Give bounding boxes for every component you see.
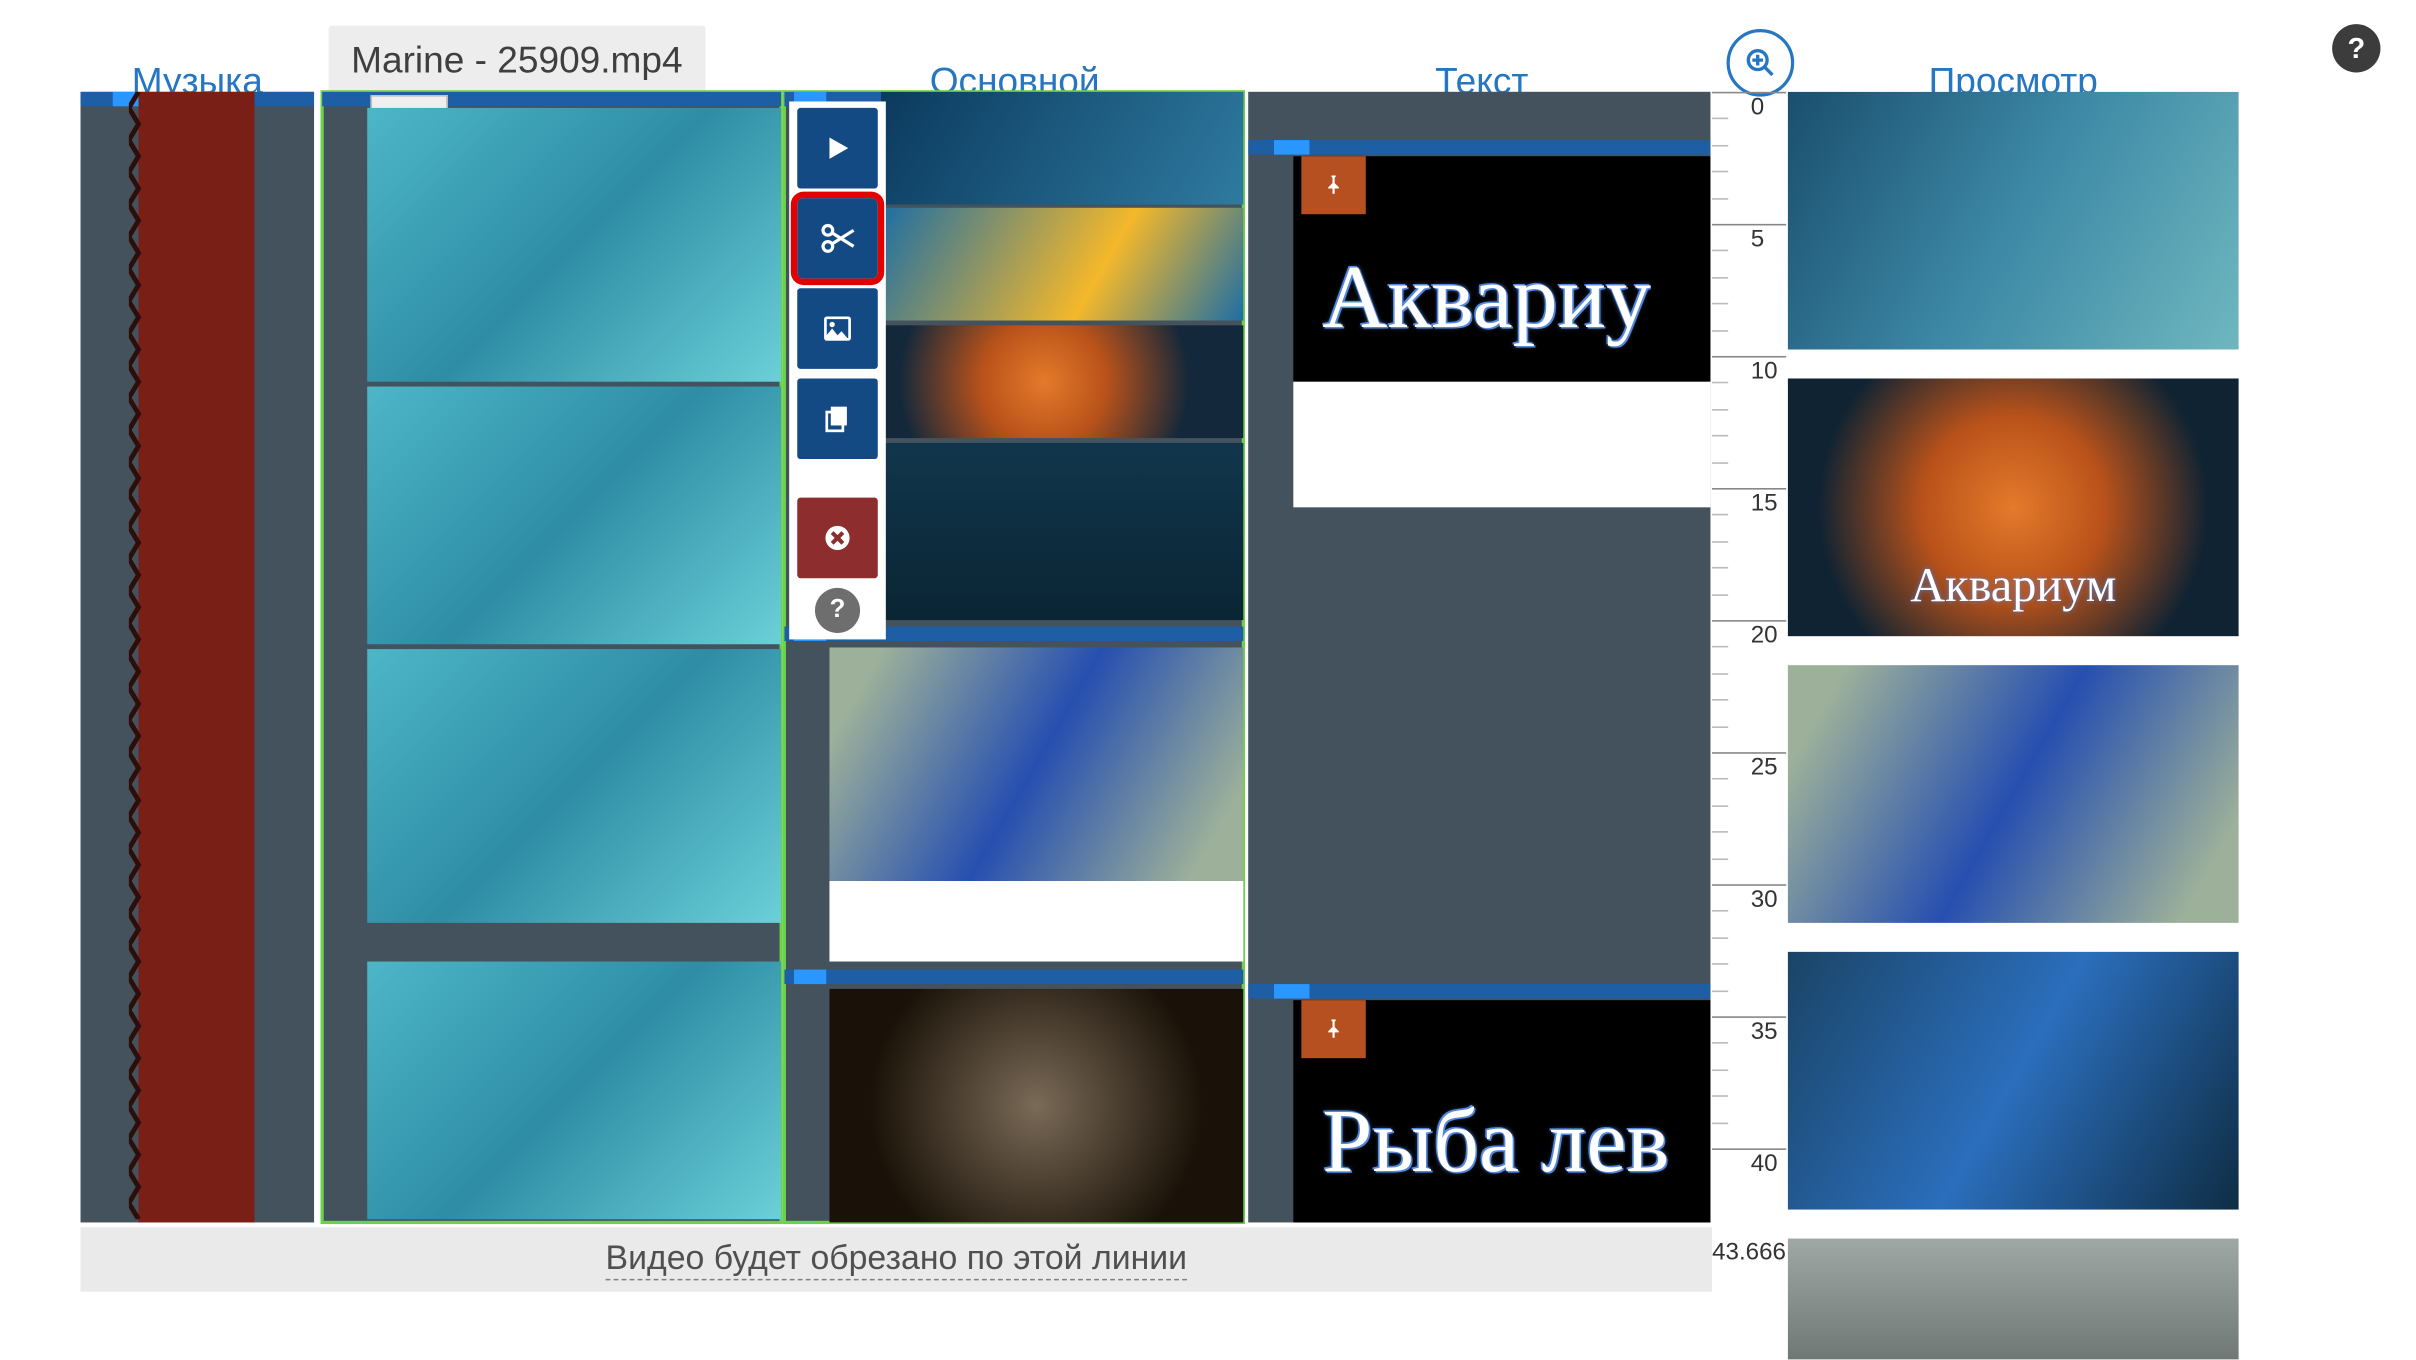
thumb[interactable] — [881, 92, 1243, 205]
text-track[interactable]: Аквариу Рыба лев — [1248, 92, 1710, 1223]
thumb[interactable] — [829, 647, 1243, 881]
clip-gap — [829, 881, 1243, 962]
clip-segment[interactable] — [367, 108, 781, 382]
footer-message: Видео будет обрезано по этой линии — [81, 1227, 1713, 1291]
preview-thumb[interactable]: Аквариум — [1788, 378, 2239, 636]
preview-thumb[interactable] — [1788, 92, 2239, 350]
help-icon[interactable]: ? — [2332, 24, 2380, 72]
filename-badge: Marine - 25909.mp4 — [329, 26, 706, 95]
preview-column: Аквариум — [1788, 92, 2239, 1360]
ruler-tick: 10 — [1712, 356, 1786, 385]
ruler-tick: 35 — [1712, 1016, 1786, 1045]
clip-segment[interactable] — [367, 649, 781, 923]
thumb[interactable] — [881, 208, 1243, 321]
thumb[interactable] — [829, 989, 1243, 1223]
ruler-tick: 5 — [1712, 224, 1786, 253]
time-ruler: 0 5 10 15 20 25 30 35 40 43.666 — [1712, 92, 1786, 1269]
ruler-tick: 25 — [1712, 752, 1786, 781]
image-button[interactable] — [797, 288, 878, 369]
tool-panel: ? — [789, 101, 886, 639]
preview-thumb[interactable] — [1788, 1239, 2239, 1360]
preview-thumb[interactable] — [1788, 665, 2239, 923]
preview-overlay-title: Аквариум — [1788, 559, 2239, 614]
cut-button[interactable] — [797, 198, 878, 279]
audio-waveform — [139, 92, 255, 1223]
ruler-end-label: 43.666 — [1712, 1239, 1786, 1266]
thumb[interactable] — [881, 443, 1243, 620]
clip-segment[interactable] — [367, 387, 781, 645]
text-clip[interactable]: Аквариу — [1293, 156, 1710, 381]
ruler-tick: 40 — [1712, 1148, 1786, 1177]
pin-icon[interactable] — [1301, 156, 1365, 214]
preview-thumb[interactable] — [1788, 952, 2239, 1210]
text-clip-label: Аквариу — [1322, 246, 1651, 349]
ruler-tick: 30 — [1712, 884, 1786, 913]
pin-icon[interactable] — [1301, 1000, 1365, 1058]
video-track-selected[interactable] — [322, 92, 781, 1223]
text-clip[interactable]: Рыба лев — [1293, 1000, 1710, 1222]
clip-gap — [1293, 382, 1710, 508]
music-track[interactable] — [81, 92, 315, 1223]
play-button[interactable] — [797, 108, 878, 189]
copy-button[interactable] — [797, 378, 878, 459]
ruler-tick: 0 — [1712, 92, 1786, 121]
thumb[interactable] — [881, 325, 1243, 438]
delete-button[interactable] — [797, 498, 878, 579]
text-clip-label: Рыба лев — [1322, 1090, 1669, 1193]
ruler-tick: 15 — [1712, 488, 1786, 517]
zoom-button[interactable] — [1727, 29, 1795, 97]
clip-segment[interactable] — [367, 962, 781, 1220]
ruler-tick: 20 — [1712, 620, 1786, 649]
tool-help-icon[interactable]: ? — [815, 588, 860, 633]
